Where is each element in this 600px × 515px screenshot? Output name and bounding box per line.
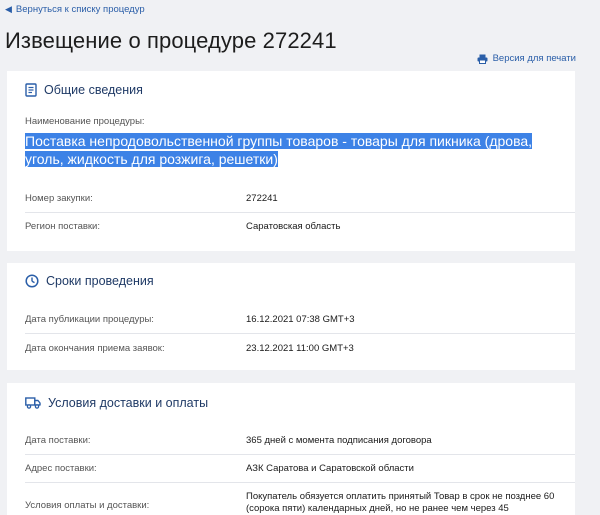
procedure-name-value: Поставка непродовольственной группы това… (25, 133, 533, 167)
timing-title: Сроки проведения (46, 274, 154, 288)
print-version-link[interactable]: Версия для печати (477, 53, 576, 64)
payment-terms-label: Условия оплаты и доставки: (25, 500, 150, 511)
row-divider (25, 482, 575, 483)
delivery-payment-header: Условия доставки и оплаты (25, 396, 208, 410)
printer-icon (477, 54, 488, 64)
payment-terms-value: Покупатель обязуется оплатить принятый Т… (246, 491, 555, 514)
timing-header: Сроки проведения (25, 274, 154, 288)
delivery-date-label: Дата поставки: (25, 435, 91, 446)
publication-date-label: Дата публикации процедуры: (25, 314, 154, 325)
general-info-header: Общие сведения (25, 83, 143, 97)
procedure-name-label: Наименование процедуры: (25, 116, 145, 127)
delivery-date-value: 365 дней с момента подписания договора (246, 435, 432, 446)
delivery-region-value: Саратовская область (246, 221, 341, 232)
delivery-payment-card: Условия доставки и оплаты Дата поставки:… (7, 383, 575, 515)
document-icon (25, 83, 37, 97)
row-divider (25, 333, 575, 334)
deadline-date-label: Дата окончания приема заявок: (25, 343, 165, 354)
delivery-payment-title: Условия доставки и оплаты (48, 396, 209, 410)
publication-date-value: 16.12.2021 07:38 GMT+3 (246, 314, 355, 325)
clock-icon (25, 274, 39, 288)
delivery-address-value: АЗК Саратова и Саратовской области (246, 463, 414, 474)
truck-icon (25, 397, 41, 409)
back-link-label: Вернуться к списку процедур (15, 4, 145, 15)
purchase-number-value: 272241 (246, 193, 278, 204)
deadline-date-value: 23.12.2021 11:00 GMT+3 (246, 343, 354, 354)
row-divider (25, 454, 575, 455)
page-title: Извещение о процедуре 272241 (5, 28, 337, 53)
row-divider (25, 212, 575, 213)
back-to-list-link[interactable]: ◀ Вернуться к списку процедур (5, 4, 145, 15)
delivery-region-label: Регион поставки: (25, 221, 100, 232)
print-link-label: Версия для печати (492, 53, 576, 64)
purchase-number-label: Номер закупки: (25, 193, 93, 204)
general-info-card: Общие сведения Наименование процедуры: П… (7, 71, 575, 251)
general-info-title: Общие сведения (44, 83, 143, 97)
arrow-left-icon: ◀ (5, 4, 12, 14)
timing-card: Сроки проведения Дата публикации процеду… (7, 263, 575, 370)
delivery-address-label: Адрес поставки: (25, 463, 97, 474)
